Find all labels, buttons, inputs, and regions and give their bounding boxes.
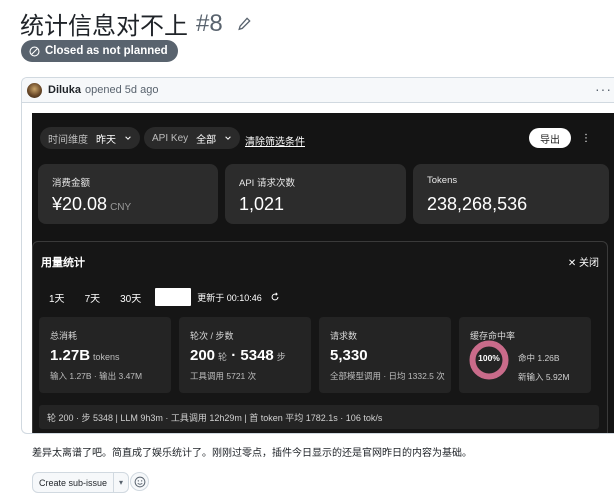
kebab-menu-icon[interactable]: ⋮ [581, 133, 591, 144]
usage-panel: 用量统计 ✕ 关闭 1天 7天 30天 更新于 00:10:46 总消耗 1.2… [32, 241, 608, 433]
time-filter-value: 昨天 [96, 134, 116, 146]
metric-requests: 请求数 5,330 全部模型调用 · 日均 1332.5 次 [319, 317, 451, 393]
chevron-down-icon [225, 136, 231, 140]
author-link[interactable]: Diluka [48, 84, 81, 96]
api-key-filter[interactable]: API Key 全部 [144, 127, 241, 149]
usage-title: 用量统计 [41, 257, 85, 269]
metric-cache: 缓存命中率 100% 命中 1.26B 新输入 5.92M [459, 317, 591, 393]
tab-custom[interactable] [155, 288, 192, 306]
smiley-icon [134, 476, 145, 487]
metric-sub: 全部模型调用 · 日均 1332.5 次 [330, 371, 445, 381]
time-filter[interactable]: 时间维度 昨天 [40, 127, 140, 149]
more-options-icon[interactable]: ··· [595, 81, 612, 97]
export-button[interactable]: 导出 [529, 128, 571, 148]
stat-value: 1,021 [239, 194, 285, 214]
usage-summary: 轮 200 · 步 5348 | LLM 9h3m · 工具调用 12h29m … [39, 405, 599, 429]
api-filter-value: 全部 [196, 134, 217, 146]
add-reaction-button[interactable] [130, 472, 149, 491]
embedded-screenshot: 时间维度 昨天 API Key 全部 清除筛选条件 导出 ⋮ 消费金额 ¥20.… [32, 113, 614, 433]
cache-hit: 命中 1.26B [518, 353, 560, 363]
time-filter-label: 时间维度 [48, 134, 88, 146]
metric-label: 总消耗 [50, 331, 78, 341]
metric-label: 轮次 / 步数 [190, 331, 234, 341]
metric-value: 5,330 [330, 347, 368, 364]
chevron-down-icon [125, 136, 131, 140]
tab-30-days[interactable]: 30天 [110, 288, 151, 306]
close-button[interactable]: ✕ 关闭 [568, 254, 599, 269]
pencil-icon[interactable] [237, 16, 251, 31]
tab-1-day[interactable]: 1天 [39, 288, 75, 306]
chevron-down-icon[interactable]: ▾ [114, 478, 128, 487]
avatar[interactable] [27, 82, 42, 98]
refresh-icon[interactable] [270, 292, 280, 302]
issue-title: 统计信息对不上 [20, 13, 188, 40]
cache-new-input: 新输入 5.92M [518, 372, 570, 382]
status-label: Closed as not planned [45, 45, 168, 57]
dashboard-top: 时间维度 昨天 API Key 全部 清除筛选条件 导出 ⋮ 消费金额 ¥20.… [32, 113, 614, 238]
stat-label: API 请求次数 [239, 178, 295, 189]
metric-sub: 输入 1.27B · 输出 3.47M [50, 371, 143, 381]
issue-number: #8 [196, 9, 223, 37]
metric-sub: 工具调用 5721 次 [190, 371, 257, 381]
issue-title-row: 统计信息对不上 #8 [20, 6, 251, 41]
metric-total: 总消耗 1.27B tokens 输入 1.27B · 输出 3.47M [39, 317, 171, 393]
comment-text: 差异太离谱了吧。简直成了娱乐统计了。刚刚过零点，插件今日显示的还是官网昨日的内容… [32, 448, 472, 459]
cache-percent: 100% [478, 353, 500, 363]
stat-card-tokens: Tokens 238,268,536 [413, 164, 609, 224]
tab-7-days[interactable]: 7天 [75, 288, 111, 306]
metric-turns: 轮次 / 步数 200 轮 · 5348 步 工具调用 5721 次 [179, 317, 311, 393]
stat-value: ¥20.08 CNY [52, 194, 132, 214]
metric-label: 请求数 [330, 331, 358, 341]
skip-circle-icon [29, 45, 40, 57]
api-filter-label: API Key [152, 132, 189, 144]
comment-time[interactable]: 5d ago [125, 84, 159, 96]
issue-comment: Diluka opened 5d ago ··· 时间维度 昨天 API Key… [21, 77, 614, 434]
metric-value: 1.27B tokens [50, 347, 120, 364]
stat-card-requests: API 请求次数 1,021 [225, 164, 406, 224]
comment-action: opened [85, 84, 122, 96]
stat-label: 消费金额 [52, 178, 91, 189]
clear-filters-link[interactable]: 清除筛选条件 [245, 133, 305, 148]
status-badge: Closed as not planned [21, 40, 178, 62]
stat-value: 238,268,536 [427, 194, 528, 214]
updated-time: 更新于 00:10:46 [197, 292, 262, 303]
create-sub-issue-button[interactable]: Create sub-issue ▾ [32, 472, 130, 493]
range-tabs: 1天 7天 30天 更新于 00:10:46 [39, 288, 280, 306]
create-sub-issue-label[interactable]: Create sub-issue [33, 473, 115, 492]
stat-card-cost: 消费金额 ¥20.08 CNY [38, 164, 218, 224]
metric-value: 200 轮 · 5348 步 [190, 347, 286, 364]
comment-header: Diluka opened 5d ago ··· [22, 78, 614, 103]
stat-label: Tokens [427, 175, 458, 186]
